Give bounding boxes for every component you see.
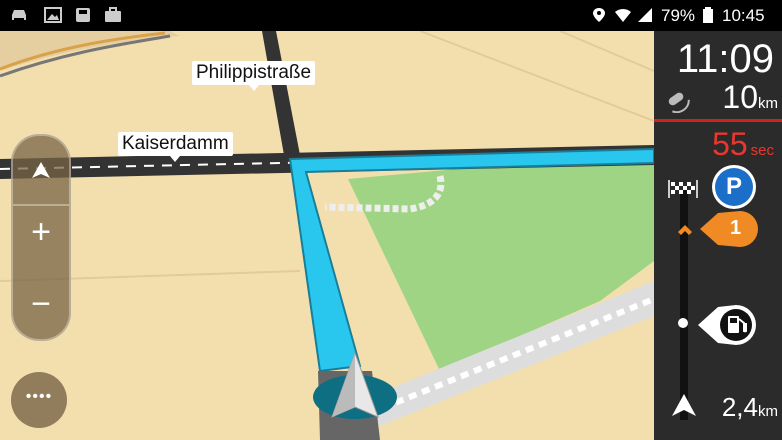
route-bar[interactable]: P 1 2,4km — [650, 160, 782, 440]
distance-to-destination: 10km — [722, 79, 778, 116]
delay-time: 55 sec — [712, 126, 774, 163]
battery-icon — [703, 7, 713, 23]
location-icon — [593, 8, 605, 22]
distance-unit: km — [758, 95, 778, 112]
main-menu-button[interactable]: •••• — [11, 372, 67, 428]
satellite-icon — [668, 92, 690, 113]
north-arrow-icon — [32, 162, 50, 178]
delay-unit: sec — [750, 142, 774, 159]
distance-value: 10 — [722, 79, 758, 115]
image-icon — [44, 7, 62, 23]
compass-button[interactable] — [13, 150, 69, 190]
arrival-time: 11:09 — [676, 37, 774, 81]
waypoint-marker-shape — [700, 211, 758, 247]
status-bar: 79% 10:45 — [0, 0, 782, 31]
traffic-delay: 55 sec — [654, 119, 782, 163]
delay-value: 55 — [712, 126, 748, 162]
waypoint-marker[interactable]: 1 — [698, 209, 760, 249]
car-icon — [12, 10, 26, 20]
battery-percent: 79% — [661, 6, 696, 25]
route-dot — [678, 318, 688, 328]
waypoint-number: 1 — [730, 217, 742, 239]
destination-flag-icon — [668, 180, 698, 198]
parking-button[interactable]: P — [712, 165, 756, 209]
briefcase-icon — [105, 7, 121, 22]
signal-icon — [638, 8, 652, 22]
street-label-kaiserdamm: Kaiserdamm — [118, 132, 233, 162]
current-position-arrow-icon — [672, 394, 696, 416]
parking-icon: P — [715, 168, 753, 206]
map-canvas — [0, 31, 654, 440]
remaining-unit: km — [758, 403, 778, 420]
remaining-value: 2,4 — [721, 392, 758, 422]
save-icon — [76, 8, 90, 22]
distance-row: 10km — [654, 79, 782, 115]
zoom-out-button[interactable]: − — [13, 284, 69, 324]
street-label-philippistrasse: Philippistraße — [192, 61, 316, 91]
status-clock: 10:45 — [722, 6, 765, 25]
wifi-icon — [615, 8, 631, 22]
waypoint-chevron-icon — [678, 225, 692, 235]
map-view[interactable]: Philippistraße Kaiserdamm — [0, 31, 654, 440]
zoom-control: + − — [11, 134, 71, 341]
remaining-distance: 2,4km — [722, 392, 778, 423]
zoom-divider — [13, 204, 69, 206]
menu-dots: •••• — [25, 388, 53, 405]
fuel-station-marker[interactable] — [696, 301, 760, 349]
fuel-pump-icon — [698, 305, 756, 345]
zoom-in-button[interactable]: + — [13, 212, 69, 252]
